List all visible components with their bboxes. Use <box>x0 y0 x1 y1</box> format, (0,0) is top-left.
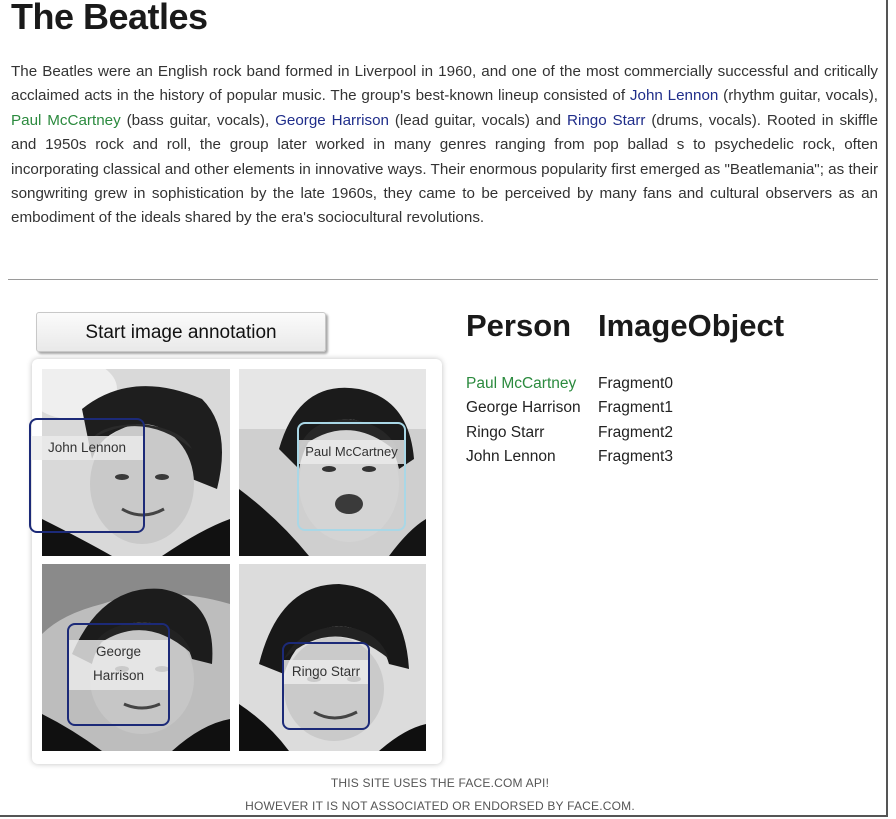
table-cell-person[interactable]: John Lennon <box>466 448 556 466</box>
face-label-line: George <box>95 644 142 659</box>
intro-text: (lead guitar, vocals) and <box>389 111 567 129</box>
intro-paragraph: The Beatles were an English rock band fo… <box>11 60 878 231</box>
intro-text: (rhythm guitar, vocals), <box>718 87 878 105</box>
footer-line-1: THIS SITE USES THE FACE.COM API! <box>330 776 550 790</box>
page-title: The Beatles <box>11 0 208 37</box>
start-annotation-button[interactable]: Start image annotation <box>36 312 326 352</box>
table-cell-object: Fragment3 <box>598 448 673 465</box>
face-label-george-harrison: George Harrison <box>69 640 168 690</box>
face-label-john-lennon: John Lennon <box>31 436 143 460</box>
face-label-line: Harrison <box>92 668 144 683</box>
table-cell-object: Fragment0 <box>598 375 673 392</box>
table-cell-object: Fragment1 <box>598 399 673 416</box>
column-header-person: Person <box>466 308 572 343</box>
intro-text: (drums, vocals). Rooted in skiffle and 1… <box>11 111 878 227</box>
footer-line-2: HOWEVER IT IS NOT ASSOCIATED OR ENDORSED… <box>245 799 635 813</box>
link-paul-mccartney[interactable]: Paul McCartney <box>11 112 121 129</box>
divider <box>8 279 878 280</box>
link-john-lennon[interactable]: John Lennon <box>630 87 718 104</box>
column-header-imageobject: ImageObject <box>598 308 785 343</box>
intro-text: (bass guitar, vocals), <box>120 111 276 129</box>
face-box-ringo-starr[interactable] <box>282 642 370 730</box>
table-cell-person[interactable]: George Harrison <box>466 399 581 417</box>
face-label-ringo-starr: Ringo Starr <box>284 660 368 684</box>
face-box-paul-mccartney[interactable] <box>297 422 406 531</box>
table-cell-person[interactable]: Paul McCartney <box>466 375 576 393</box>
link-ringo-starr[interactable]: Ringo Starr <box>567 112 645 129</box>
link-george-harrison[interactable]: George Harrison <box>275 112 389 129</box>
face-label-paul-mccartney: Paul McCartney <box>299 440 404 464</box>
table-cell-person[interactable]: Ringo Starr <box>466 424 544 442</box>
table-cell-object: Fragment2 <box>598 424 673 441</box>
